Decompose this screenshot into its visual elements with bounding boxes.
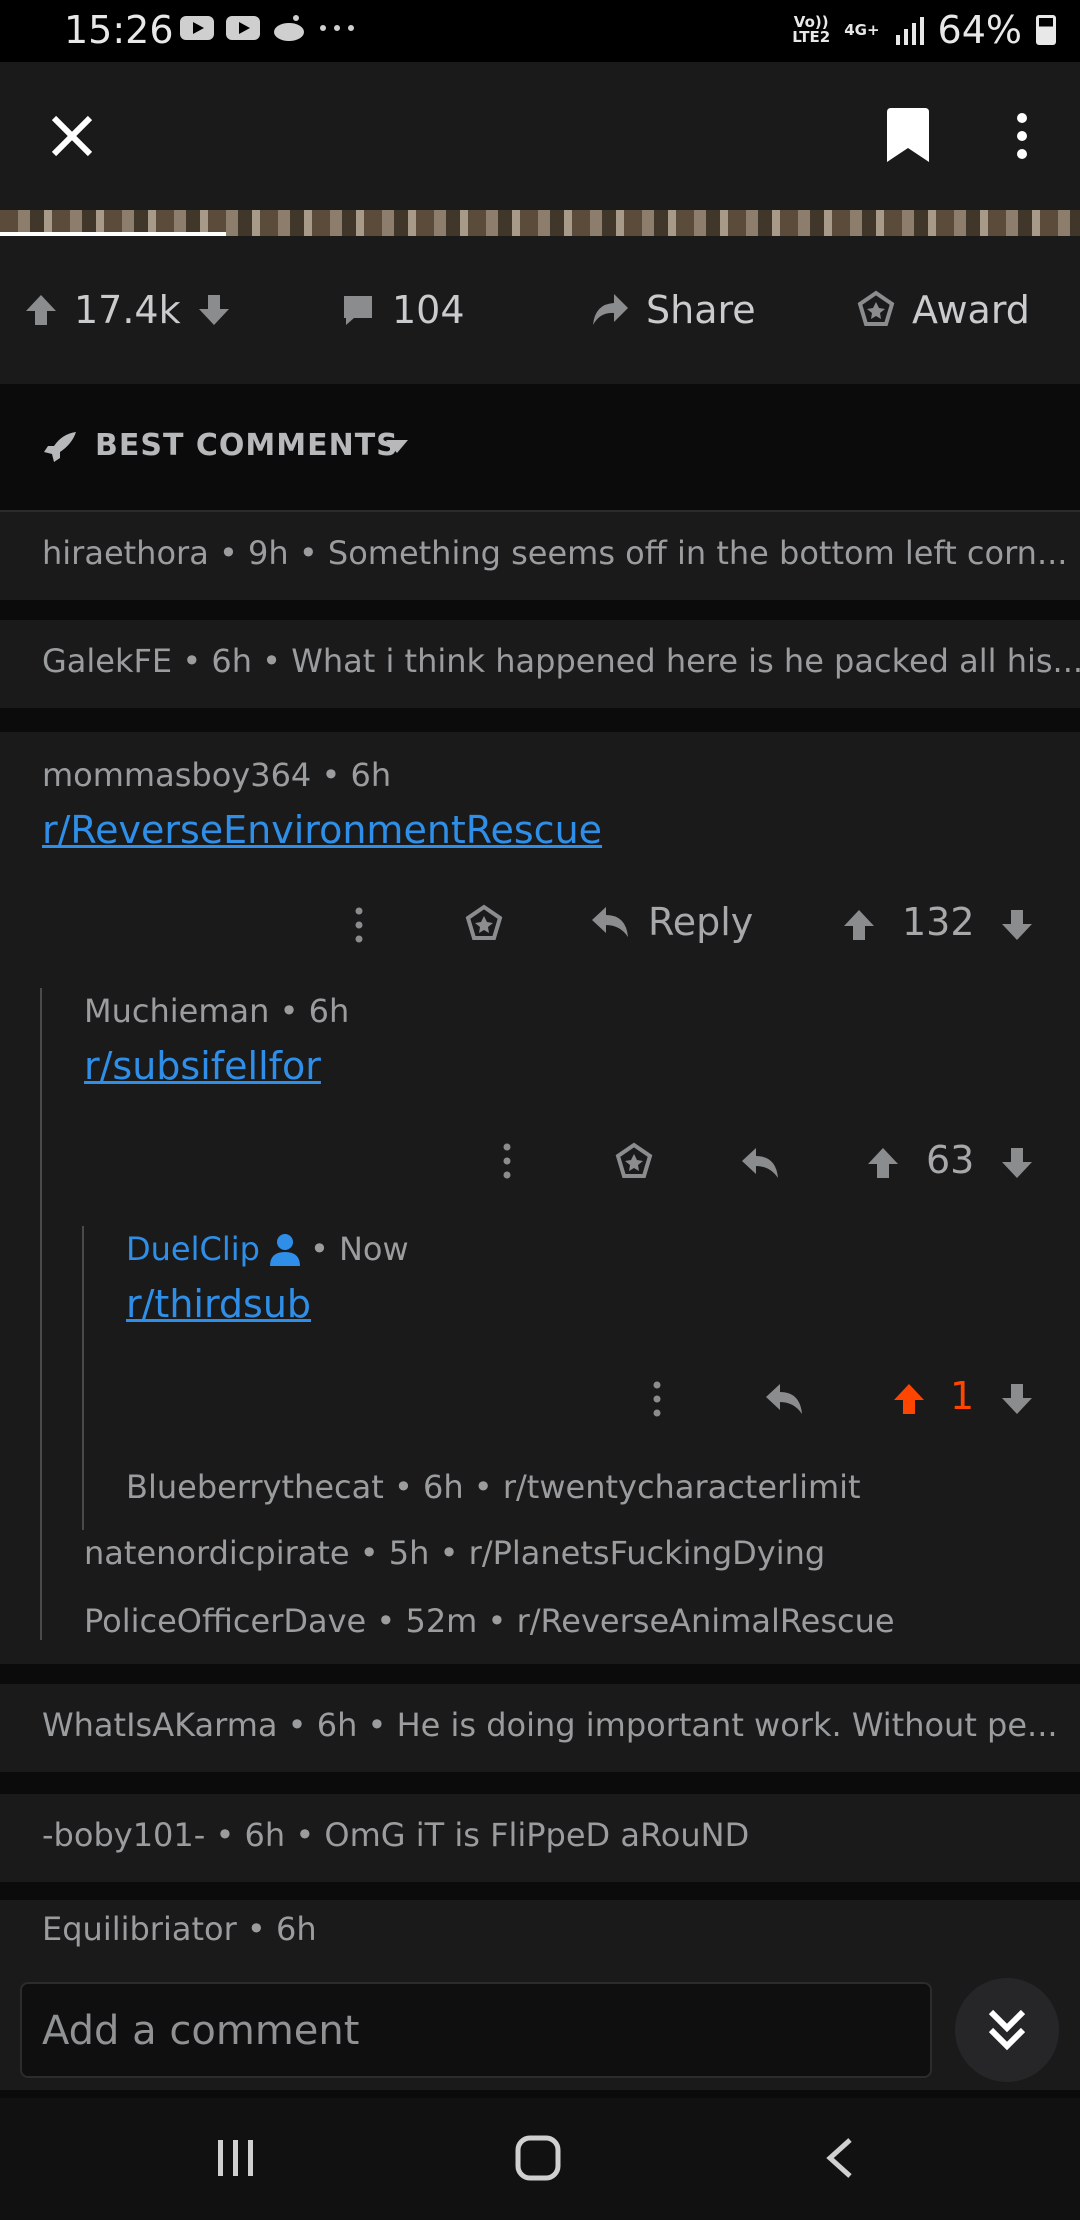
- user-icon: [269, 1234, 300, 1266]
- reply-label: Reply: [648, 900, 754, 944]
- close-icon[interactable]: [50, 114, 94, 158]
- battery-percent: 64%: [937, 8, 1022, 52]
- reply-icon[interactable]: [764, 1382, 804, 1416]
- upvote-icon[interactable]: [24, 293, 58, 327]
- collapsed-comment[interactable]: -boby101- • 6h • OmG iT is FliPpeD aRouN…: [0, 1794, 1080, 1882]
- downvote-icon[interactable]: [1000, 1382, 1034, 1416]
- toolbar: [0, 62, 1080, 210]
- comment-body-link[interactable]: r/thirdsub: [126, 1282, 311, 1326]
- award-icon[interactable]: [464, 904, 504, 944]
- reply-button[interactable]: Reply: [590, 900, 753, 944]
- award-label: Award: [912, 288, 1030, 332]
- notification-icons: [180, 14, 358, 42]
- comment-score: 132: [902, 900, 975, 944]
- battery-icon: [1036, 15, 1056, 45]
- collapsed-child-comment[interactable]: Blueberrythecat • 6h • r/twentycharacter…: [126, 1468, 861, 1506]
- status-bar: 15:26 Vo)) LTE2 4G+ 64%: [0, 0, 1080, 62]
- rocket-icon: [44, 432, 76, 462]
- home-icon[interactable]: [514, 2134, 562, 2182]
- reply-icon: [592, 907, 628, 937]
- post-actions-bar: 17.4k 104 Share Award: [0, 236, 1080, 384]
- recent-apps-icon[interactable]: [214, 2138, 258, 2178]
- network-type-label: 4G+: [844, 20, 880, 39]
- upvote-icon-active[interactable]: [892, 1382, 926, 1416]
- share-icon: [593, 294, 628, 325]
- comment-meta[interactable]: Equilibriator • 6h: [42, 1910, 317, 1948]
- upvote-icon[interactable]: [842, 908, 876, 942]
- comment-author[interactable]: DuelClip: [126, 1230, 260, 1268]
- more-notifications-icon: [320, 25, 354, 31]
- youtube-icon: [226, 16, 260, 40]
- share-button[interactable]: Share: [590, 288, 756, 332]
- next-comment-button[interactable]: [955, 1978, 1059, 2082]
- comment-time: • Now: [309, 1230, 409, 1268]
- post-image-edge: [0, 210, 1080, 236]
- comment-count: 104: [392, 288, 465, 332]
- reddit-icon: [274, 15, 304, 41]
- chevron-down-icon[interactable]: [386, 440, 408, 454]
- status-time: 15:26: [64, 8, 174, 52]
- downvote-icon[interactable]: [1000, 908, 1034, 942]
- comment-meta[interactable]: DuelClip • Now: [126, 1230, 409, 1268]
- vote-group: 17.4k: [24, 288, 231, 332]
- more-options-icon[interactable]: [352, 906, 366, 944]
- youtube-icon: [180, 16, 214, 40]
- volte-label: Vo)) LTE2: [792, 13, 831, 46]
- comment-meta[interactable]: mommasboy364 • 6h: [42, 756, 391, 794]
- collapsed-comment[interactable]: hiraethora • 9h • Something seems off in…: [0, 512, 1080, 600]
- more-options-icon[interactable]: [1010, 112, 1034, 160]
- reply-icon[interactable]: [740, 1146, 780, 1180]
- post-score: 17.4k: [74, 288, 181, 332]
- system-nav-bar: [0, 2098, 1080, 2220]
- more-options-icon[interactable]: [650, 1380, 664, 1418]
- collapsed-comment[interactable]: WhatIsAKarma • 6h • He is doing importan…: [0, 1684, 1080, 1772]
- bookmark-icon[interactable]: [885, 108, 931, 164]
- sort-label[interactable]: BEST COMMENTS: [95, 428, 399, 463]
- comment-body-link[interactable]: r/ReverseEnvironmentRescue: [42, 808, 602, 852]
- collapsed-child-comment[interactable]: PoliceOfficerDave • 52m • r/ReverseAnima…: [84, 1602, 895, 1640]
- double-chevron-down-icon: [988, 2009, 1026, 2051]
- comment-score: 63: [926, 1138, 975, 1182]
- award-icon: [857, 290, 895, 326]
- award-button[interactable]: Award: [856, 288, 1030, 332]
- upvote-icon[interactable]: [866, 1146, 900, 1180]
- collapsed-comment[interactable]: GalekFE • 6h • What i think happened her…: [0, 620, 1080, 708]
- comments-button[interactable]: 104: [340, 288, 465, 332]
- comment-body-link[interactable]: r/subsifellfor: [84, 1044, 321, 1088]
- back-icon[interactable]: [824, 2136, 854, 2180]
- comment-score: 1: [950, 1374, 975, 1418]
- comment-thread: [0, 732, 1080, 1664]
- status-right: Vo)) LTE2 4G+ 64%: [792, 8, 1056, 52]
- downvote-icon[interactable]: [1000, 1146, 1034, 1180]
- award-icon[interactable]: [614, 1142, 654, 1182]
- share-label: Share: [646, 288, 756, 332]
- signal-icon: [895, 17, 924, 45]
- comment-meta[interactable]: Muchieman • 6h: [84, 992, 349, 1030]
- thread-line[interactable]: [82, 1226, 84, 1530]
- collapsed-child-comment[interactable]: natenordicpirate • 5h • r/PlanetsFucking…: [84, 1534, 825, 1572]
- thread-line[interactable]: [40, 988, 42, 1640]
- add-comment-input[interactable]: Add a comment: [20, 1982, 932, 2078]
- downvote-icon[interactable]: [197, 293, 231, 327]
- more-options-icon[interactable]: [500, 1142, 514, 1180]
- comment-icon: [344, 296, 372, 325]
